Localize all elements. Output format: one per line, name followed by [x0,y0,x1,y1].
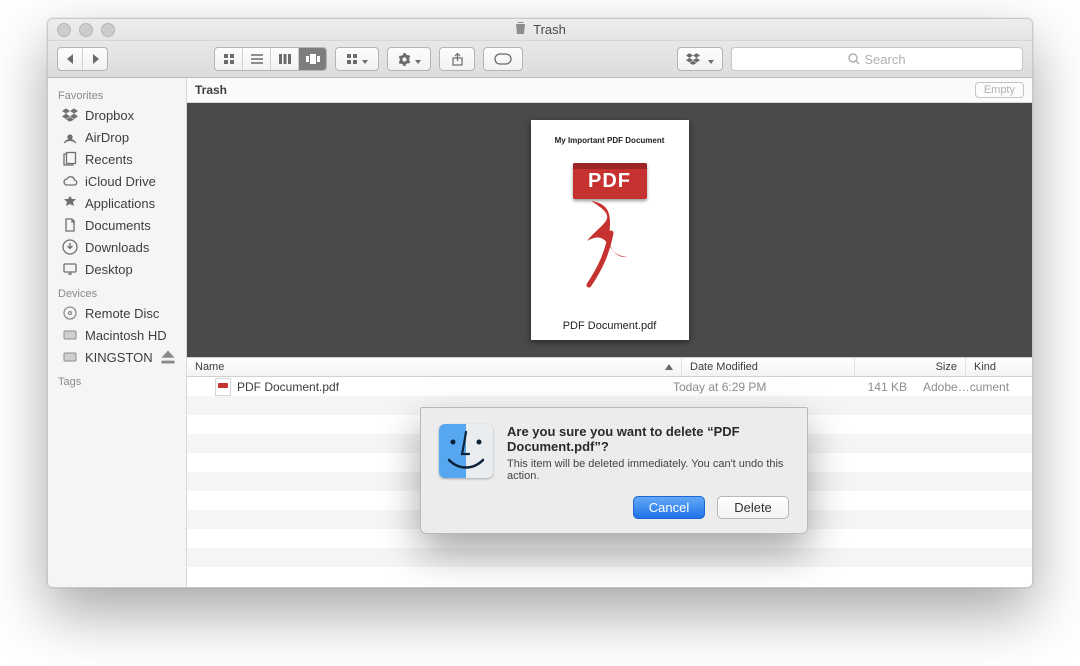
column-header-size[interactable]: Size [855,358,966,376]
arrange-menu[interactable] [335,47,379,71]
coverflow-preview[interactable]: My Important PDF Document PDF PDF Docume… [187,103,1032,357]
sidebar-item-dropbox[interactable]: Dropbox [48,104,186,126]
titlebar: Trash [48,19,1032,41]
cloud-icon [62,173,78,189]
view-mode-group [214,47,327,71]
preview-filename: PDF Document.pdf [563,320,657,332]
sidebar-item-label: Dropbox [85,108,134,123]
sidebar-item-applications[interactable]: Applications [48,192,186,214]
sidebar-item-downloads[interactable]: Downloads [48,236,186,258]
sidebar-item-remote-disc[interactable]: Remote Disc [48,302,186,324]
recents-icon [62,151,78,167]
window-controls [57,23,115,37]
sidebar: Favorites Dropbox AirDrop Recents iCloud… [48,78,187,587]
dialog-body: This item will be deleted immediately. Y… [507,458,789,482]
location-label: Trash [195,83,227,97]
share-button[interactable] [439,47,475,71]
location-bar: Trash Empty [187,78,1032,103]
desktop-icon [62,261,78,277]
applications-icon [62,195,78,211]
sidebar-item-documents[interactable]: Documents [48,214,186,236]
trash-icon [514,21,527,38]
file-preview-thumbnail[interactable]: My Important PDF Document PDF PDF Docume… [531,120,689,340]
pdf-file-icon [215,378,231,396]
sidebar-item-label: Downloads [85,240,149,255]
external-drive-icon [62,349,78,365]
column-view-button[interactable] [271,48,299,70]
preview-doc-title: My Important PDF Document [555,136,665,145]
documents-icon [62,217,78,233]
back-button[interactable] [58,48,83,70]
sidebar-item-airdrop[interactable]: AirDrop [48,126,186,148]
disc-icon [62,305,78,321]
file-name: PDF Document.pdf [237,380,339,394]
icon-view-button[interactable] [215,48,243,70]
sidebar-item-kingston[interactable]: KINGSTON [48,346,186,368]
chevron-down-icon [411,52,421,67]
downloads-icon [62,239,78,255]
sidebar-item-label: Desktop [85,262,133,277]
action-menu[interactable] [387,47,431,71]
column-header-kind[interactable]: Kind [966,358,1032,376]
hdd-icon [62,327,78,343]
empty-trash-button[interactable]: Empty [975,82,1024,98]
sidebar-item-label: Applications [85,196,155,211]
cancel-button[interactable]: Cancel [633,496,705,519]
delete-button[interactable]: Delete [717,496,789,519]
search-icon [848,53,860,65]
close-window-button[interactable] [57,23,71,37]
sidebar-heading-favorites: Favorites [48,82,186,104]
column-header-date[interactable]: Date Modified [682,358,855,376]
dropbox-menu[interactable] [677,47,723,71]
delete-confirmation-dialog: Are you sure you want to delete “PDF Doc… [420,407,808,534]
sidebar-heading-tags: Tags [48,368,186,390]
pdf-icon: PDF [573,163,647,291]
coverflow-view-button[interactable] [299,48,326,70]
tags-button[interactable] [483,47,523,71]
search-input[interactable]: Search [731,47,1023,71]
list-view-button[interactable] [243,48,271,70]
sidebar-item-icloud[interactable]: iCloud Drive [48,170,186,192]
dropbox-icon [62,107,78,123]
file-date: Today at 6:29 PM [665,380,821,394]
table-row[interactable]: PDF Document.pdf Today at 6:29 PM 141 KB… [187,377,1032,396]
nav-buttons [57,47,108,71]
sidebar-item-macintosh-hd[interactable]: Macintosh HD [48,324,186,346]
sidebar-item-label: Macintosh HD [85,328,167,343]
sidebar-heading-devices: Devices [48,280,186,302]
zoom-window-button[interactable] [101,23,115,37]
chevron-down-icon [704,52,714,67]
sidebar-item-label: Recents [85,152,133,167]
forward-button[interactable] [83,48,107,70]
finder-icon [439,424,493,478]
airdrop-icon [62,129,78,145]
sidebar-item-label: iCloud Drive [85,174,156,189]
sidebar-item-label: KINGSTON [85,350,153,365]
sidebar-item-desktop[interactable]: Desktop [48,258,186,280]
file-kind: Adobe…cument [915,380,1032,394]
table-header: Name Date Modified Size Kind [187,357,1032,377]
eject-icon[interactable] [160,349,176,365]
chevron-down-icon [358,52,368,67]
sidebar-item-label: Documents [85,218,151,233]
sidebar-item-label: Remote Disc [85,306,159,321]
dialog-heading: Are you sure you want to delete “PDF Doc… [507,424,789,454]
window-title: Trash [533,22,566,37]
column-header-name[interactable]: Name [187,358,682,376]
file-size: 141 KB [821,380,915,394]
sort-asc-icon [665,364,673,370]
toolbar: Search [48,41,1032,78]
sidebar-item-recents[interactable]: Recents [48,148,186,170]
search-placeholder: Search [864,52,905,67]
sidebar-item-label: AirDrop [85,130,129,145]
minimize-window-button[interactable] [79,23,93,37]
